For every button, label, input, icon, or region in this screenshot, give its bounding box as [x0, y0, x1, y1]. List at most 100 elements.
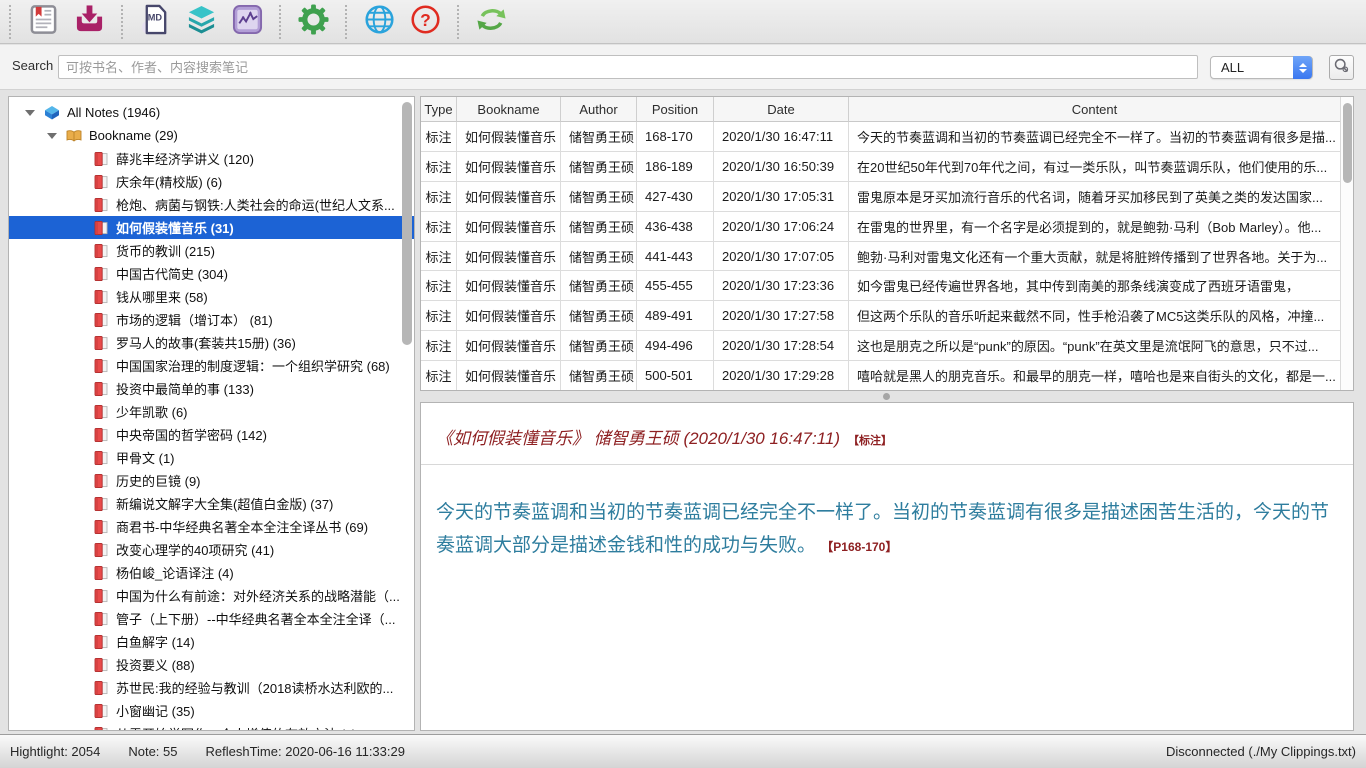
detail-divider	[421, 464, 1353, 465]
cell-date: 2020/1/30 17:07:05	[714, 242, 849, 271]
cell-bookname: 如何假装懂音乐	[457, 212, 561, 241]
disclosure-triangle-icon[interactable]	[25, 110, 35, 116]
column-header-type[interactable]: Type	[421, 97, 457, 122]
batch-export-button[interactable]	[182, 3, 220, 41]
bookname-group-icon	[66, 128, 82, 144]
cell-type: 标注	[421, 242, 457, 271]
tree-item-bookname-group[interactable]: Bookname (29)	[9, 124, 414, 147]
toolbar-drag-handle	[9, 5, 11, 39]
tree-item-book[interactable]: 投资中最简单的事 (133)	[9, 377, 414, 400]
tree-item-book[interactable]: 甲骨文 (1)	[9, 446, 414, 469]
tree-item-book[interactable]: 如何假装懂音乐 (31)	[9, 216, 414, 239]
table-row[interactable]: 标注 如何假装懂音乐 储智勇王硕 436-438 2020/1/30 17:06…	[421, 212, 1340, 242]
tree-item-book[interactable]: 中国国家治理的制度逻辑：一个组织学研究 (68)	[9, 354, 414, 377]
tree-item-book[interactable]: 市场的逻辑（增订本） (81)	[9, 308, 414, 331]
table-row[interactable]: 标注 如何假装懂音乐 储智勇王硕 455-455 2020/1/30 17:23…	[421, 271, 1340, 301]
tree-item-book[interactable]: 新编说文解字大全集(超值白金版) (37)	[9, 492, 414, 515]
table-scrollbar-track[interactable]	[1340, 97, 1353, 390]
refresh-button[interactable]	[472, 3, 510, 41]
tree-item-book[interactable]: 枪炮、病菌与钢铁:人类社会的命运(世纪人文系...	[9, 193, 414, 216]
column-header-bookname[interactable]: Bookname	[457, 97, 561, 122]
tree-item-book[interactable]: 中央帝国的哲学密码 (142)	[9, 423, 414, 446]
table-row[interactable]: 标注 如何假装懂音乐 储智勇王硕 186-189 2020/1/30 16:50…	[421, 152, 1340, 182]
column-header-position[interactable]: Position	[637, 97, 714, 122]
search-go-button[interactable]	[1329, 55, 1354, 80]
book-list: 薛兆丰经济学讲义 (120) 庆余年(精校版) (6) 枪炮、病菌与钢铁:人类社…	[9, 147, 414, 730]
cell-type: 标注	[421, 122, 457, 151]
book-icon	[93, 427, 109, 443]
tree-item-all-notes[interactable]: All Notes (1946)	[9, 101, 414, 124]
tree-item-book[interactable]: 罗马人的故事(套装共15册) (36)	[9, 331, 414, 354]
table-scrollbar-thumb[interactable]	[1343, 103, 1352, 183]
tree-item-label: 新编说文解字大全集(超值白金版) (37)	[116, 494, 333, 513]
search-scope-select[interactable]: ALL	[1210, 56, 1313, 79]
markdown-export-button[interactable]: MD	[136, 3, 174, 41]
column-header-author[interactable]: Author	[561, 97, 637, 122]
tree-item-book[interactable]: 苏世民:我的经验与教训（2018读桥水达利欧的...	[9, 676, 414, 699]
website-button[interactable]	[360, 3, 398, 41]
note-type-tag: 【标注】	[848, 435, 892, 447]
tree-item-book[interactable]: 白鱼解字 (14)	[9, 630, 414, 653]
tree-item-book[interactable]: 历史的巨镜 (9)	[9, 469, 414, 492]
tree-item-label: 庆余年(精校版) (6)	[116, 172, 222, 191]
cell-content: 鲍勃·马利对雷鬼文化还有一个重大贡献，就是将脏辫传播到了世界各地。关于为...	[849, 242, 1340, 271]
table-row[interactable]: 标注 如何假装懂音乐 储智勇王硕 441-443 2020/1/30 17:07…	[421, 242, 1340, 272]
cell-date: 2020/1/30 17:23:36	[714, 271, 849, 300]
help-button[interactable]: ?	[406, 3, 444, 41]
cell-position: 186-189	[637, 152, 714, 181]
cell-position: 436-438	[637, 212, 714, 241]
status-refresh-time: RefleshTime: 2020-06-16 11:33:29	[206, 744, 405, 759]
table-row[interactable]: 标注 如何假装懂音乐 储智勇王硕 500-501 2020/1/30 17:29…	[421, 361, 1340, 390]
splitter-handle[interactable]	[883, 393, 890, 400]
tree-item-label: 如何假装懂音乐 (31)	[116, 218, 234, 237]
table-header: Type Bookname Author Position Date Conte…	[421, 97, 1340, 122]
tree-item-book[interactable]: 货币的教训 (215)	[9, 239, 414, 262]
cell-date: 2020/1/30 17:27:58	[714, 301, 849, 330]
search-magnifier-icon	[1333, 57, 1350, 79]
tree-item-label: 苏世民:我的经验与教训（2018读桥水达利欧的...	[116, 678, 393, 697]
tree-item-book[interactable]: 改变心理学的40项研究 (41)	[9, 538, 414, 561]
tree-item-book[interactable]: 商君书-中华经典名著全本全注全译丛书 (69)	[9, 515, 414, 538]
table-row[interactable]: 标注 如何假装懂音乐 储智勇王硕 168-170 2020/1/30 16:47…	[421, 122, 1340, 152]
book-icon	[93, 358, 109, 374]
book-tree-panel: All Notes (1946) Bookname (29) 薛兆丰经济学讲义 …	[8, 96, 415, 731]
cell-bookname: 如何假装懂音乐	[457, 331, 561, 360]
cell-author: 储智勇王硕	[561, 271, 637, 300]
tree-item-book[interactable]: 钱从哪里来 (58)	[9, 285, 414, 308]
tree-item-book[interactable]: 从零开始学写作：个人增值的有效方法 (6)	[9, 722, 414, 730]
tree-item-book[interactable]: 少年凯歌 (6)	[9, 400, 414, 423]
tree-item-label: Bookname (29)	[89, 128, 178, 143]
tree-item-book[interactable]: 投资要义 (88)	[9, 653, 414, 676]
note-detail-body: 今天的节奏蓝调和当初的节奏蓝调已经完全不一样了。当初的节奏蓝调有很多是描述困苦生…	[436, 496, 1338, 563]
search-input[interactable]	[58, 55, 1198, 79]
toolbar-separator	[345, 5, 347, 39]
cell-content: 雷鬼原本是牙买加流行音乐的代名词，随着牙买加移民到了英美之类的发达国家...	[849, 182, 1340, 211]
column-header-content[interactable]: Content	[849, 97, 1340, 122]
table-row[interactable]: 标注 如何假装懂音乐 储智勇王硕 427-430 2020/1/30 17:05…	[421, 182, 1340, 212]
tree-item-label: 从零开始学写作：个人增值的有效方法 (6)	[116, 724, 357, 730]
import-button[interactable]	[70, 3, 108, 41]
tree-item-book[interactable]: 薛兆丰经济学讲义 (120)	[9, 147, 414, 170]
note-detail-title: 《如何假装懂音乐》 储智勇王硕 (2020/1/30 16:47:11)【标注】	[436, 424, 1338, 449]
tree-item-book[interactable]: 管子（上下册）--中华经典名著全本全注全译（...	[9, 607, 414, 630]
column-header-date[interactable]: Date	[714, 97, 849, 122]
settings-button[interactable]	[294, 3, 332, 41]
tree-item-book[interactable]: 小窗幽记 (35)	[9, 699, 414, 722]
notes-document-button[interactable]	[24, 3, 62, 41]
disclosure-triangle-icon[interactable]	[47, 133, 57, 139]
table-row[interactable]: 标注 如何假装懂音乐 储智勇王硕 494-496 2020/1/30 17:28…	[421, 331, 1340, 361]
tree-item-book[interactable]: 中国古代简史 (304)	[9, 262, 414, 285]
tree-item-book[interactable]: 杨伯峻_论语译注 (4)	[9, 561, 414, 584]
svg-text:MD: MD	[147, 12, 162, 22]
sidebar-scrollbar-thumb[interactable]	[402, 102, 412, 345]
tree-item-book[interactable]: 中国为什么有前途：对外经济关系的战略潜能（...	[9, 584, 414, 607]
markdown-file-icon: MD	[140, 4, 171, 40]
tree-item-label: 薛兆丰经济学讲义 (120)	[116, 149, 254, 168]
select-stepper-icon	[1293, 56, 1312, 79]
table-row[interactable]: 标注 如何假装懂音乐 储智勇王硕 489-491 2020/1/30 17:27…	[421, 301, 1340, 331]
book-icon	[93, 312, 109, 328]
book-icon	[93, 588, 109, 604]
book-icon	[93, 243, 109, 259]
tree-item-book[interactable]: 庆余年(精校版) (6)	[9, 170, 414, 193]
statistics-button[interactable]	[228, 3, 266, 41]
